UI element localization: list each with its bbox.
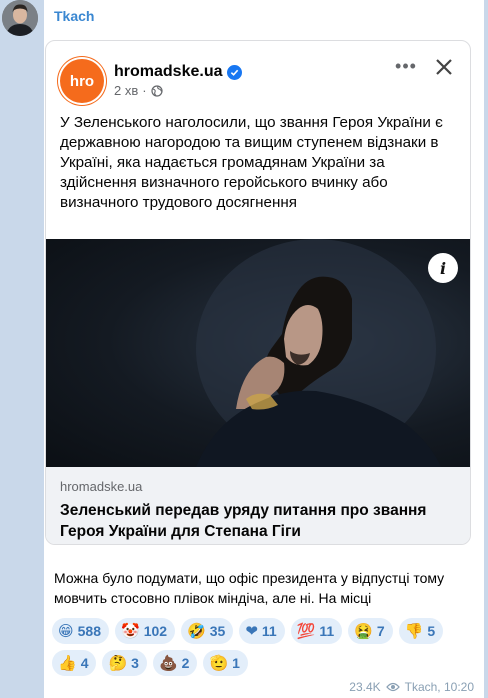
reaction-button[interactable]: 🤣 35 (181, 618, 234, 644)
reaction-emoji: 😁 (58, 621, 74, 640)
reaction-emoji: 💩 (158, 653, 178, 672)
reaction-emoji: 🤔 (108, 653, 128, 672)
post-photo[interactable]: i (46, 239, 470, 467)
reaction-count: 3 (131, 655, 139, 671)
verified-badge-icon (227, 64, 243, 80)
message-bubble: Tkach hro hromadske.ua 2 хв · ••• У Зеле… (44, 0, 484, 698)
link-preview[interactable]: hromadske.ua Зеленський передав уряду пи… (46, 467, 470, 544)
reaction-button[interactable]: 🤔 3 (102, 650, 147, 676)
reaction-button[interactable]: 💯 11 (290, 618, 343, 644)
reaction-count: 2 (181, 655, 190, 671)
reaction-emoji: 🫡 (209, 653, 229, 672)
reaction-emoji: 🤮 (354, 621, 373, 640)
reaction-emoji: 🤣 (187, 621, 206, 640)
page-logo[interactable]: hro (60, 59, 104, 103)
reaction-button[interactable]: 👍 4 (52, 650, 97, 676)
page-name-text: hromadske.ua (114, 63, 223, 80)
close-icon[interactable] (432, 55, 456, 79)
avatar-photo (2, 0, 38, 36)
reaction-button[interactable]: 🤮 7 (348, 618, 393, 644)
post-time[interactable]: 2 хв (114, 83, 138, 98)
sender-avatar[interactable] (2, 0, 38, 36)
page-name[interactable]: hromadske.ua (114, 63, 243, 81)
meta-separator: · (142, 83, 147, 98)
info-icon[interactable]: i (428, 253, 458, 283)
reaction-count: 588 (77, 623, 101, 639)
reaction-count: 5 (427, 623, 436, 639)
reaction-emoji: 🤡 (121, 621, 140, 640)
sender-name[interactable]: Tkach (54, 8, 94, 24)
reactions-bar: 😁 588 🤡 102 🤣 35 ❤ 11 💯 11 🤮 7 👎 5 👍 4 🤔 3 💩 2 🫡 1 (52, 618, 478, 676)
post-header: hro hromadske.ua 2 хв · ••• (46, 41, 470, 105)
globe-icon (150, 84, 163, 97)
reaction-button[interactable]: 🤡 102 (115, 618, 176, 644)
message-footer: 23.4K Tkach, 10:20 (349, 680, 474, 694)
reaction-count: 35 (209, 623, 226, 639)
reaction-button[interactable]: 😁 588 (52, 618, 109, 644)
link-title[interactable]: Зеленський передав уряду питання про зва… (60, 500, 458, 542)
reaction-count: 4 (80, 655, 89, 671)
post-text: У Зеленського наголосили, що звання Геро… (60, 114, 443, 211)
more-options-icon[interactable]: ••• (394, 57, 418, 79)
message-caption: Можна було подумати, що офіс президента … (54, 570, 445, 606)
eye-icon (385, 682, 400, 692)
link-domain: hromadske.ua (60, 479, 143, 494)
view-count: 23.4K (349, 680, 381, 694)
reaction-button[interactable]: 🫡 1 (203, 650, 248, 676)
facebook-post-card[interactable]: hro hromadske.ua 2 хв · ••• У Зеленськог (45, 40, 471, 545)
reaction-count: 11 (319, 623, 335, 639)
post-meta: 2 хв · (114, 83, 163, 98)
reaction-emoji: 👍 (58, 653, 77, 672)
reaction-button[interactable]: 👎 5 (398, 618, 444, 644)
reaction-emoji: 👎 (404, 621, 424, 640)
reaction-emoji: 💯 (296, 621, 316, 640)
reaction-count: 102 (143, 623, 168, 639)
reaction-count: 1 (232, 655, 240, 671)
reaction-button[interactable]: ❤ 11 (239, 618, 285, 644)
reaction-button[interactable]: 💩 2 (152, 650, 198, 676)
portrait-image (196, 239, 441, 467)
reaction-count: 11 (261, 623, 277, 639)
author-time: Tkach, 10:20 (404, 680, 474, 694)
reaction-count: 7 (376, 623, 385, 639)
reaction-emoji: ❤ (245, 621, 258, 640)
